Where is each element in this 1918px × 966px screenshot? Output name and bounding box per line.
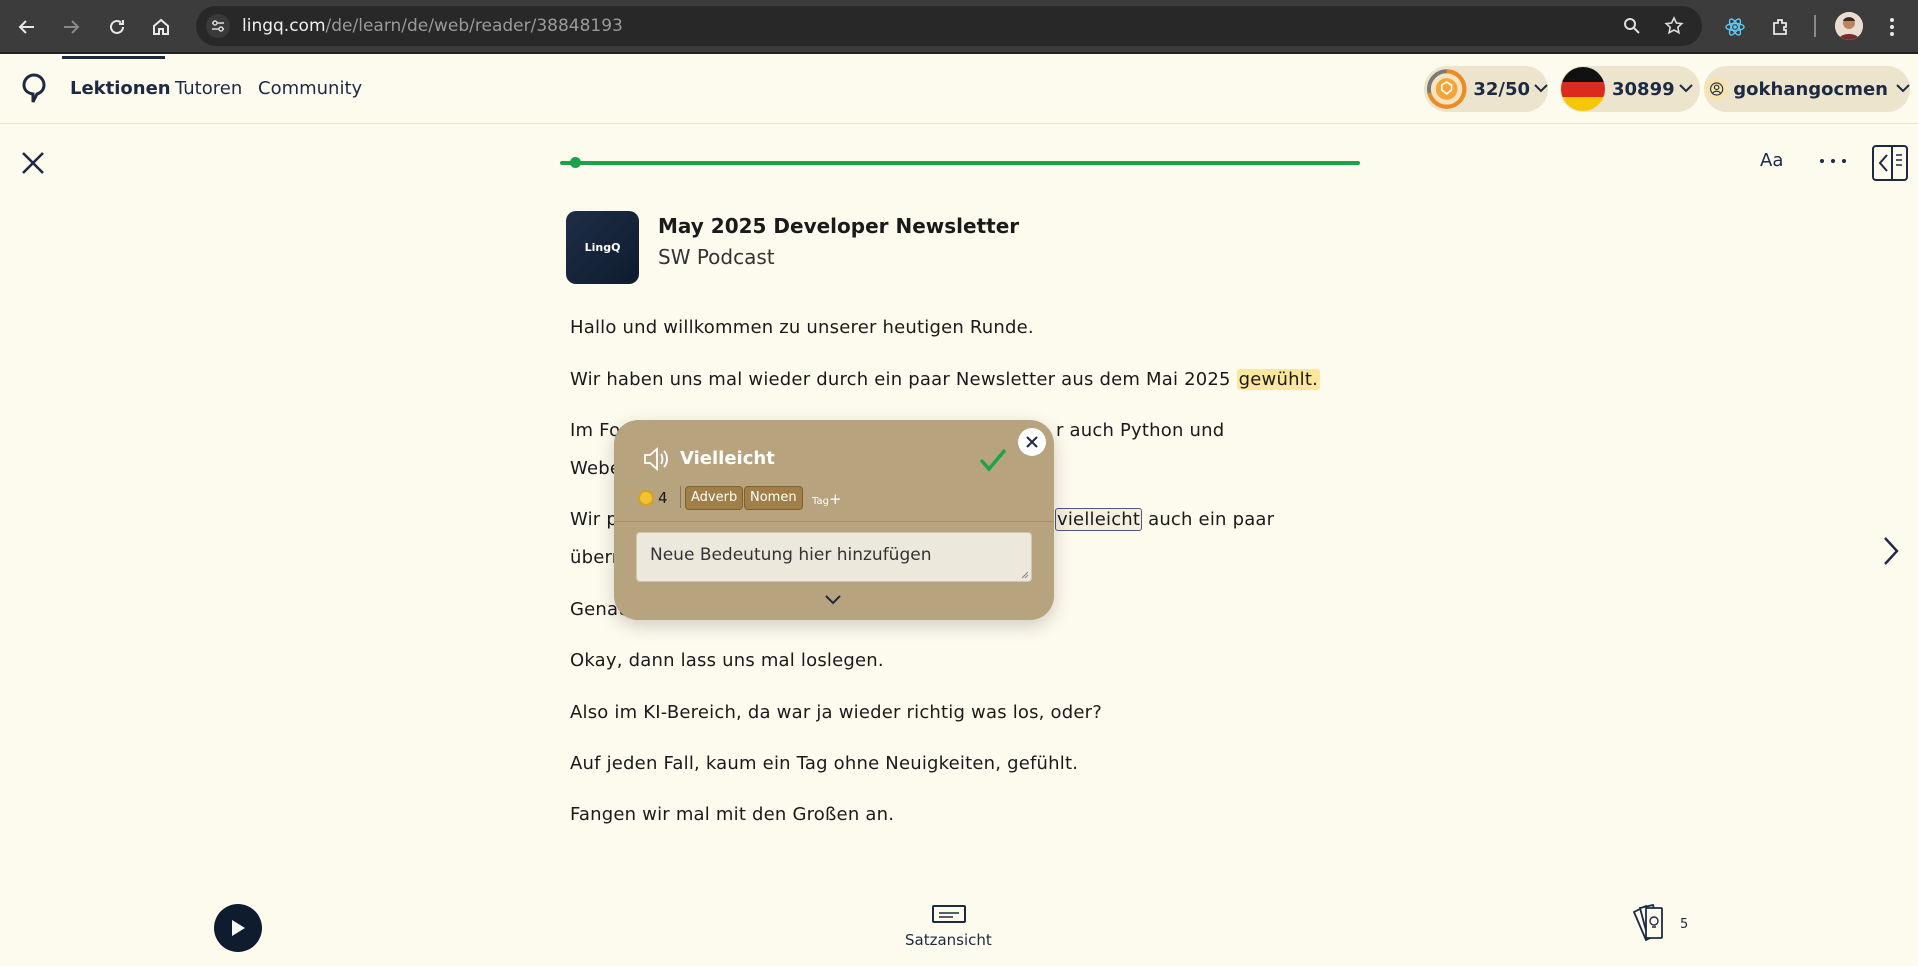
chevron-down-icon: [1534, 81, 1548, 97]
lesson-thumbnail-logo: LingQ: [584, 241, 621, 254]
mark-known-check-icon[interactable]: [978, 446, 1008, 474]
profile-avatar[interactable]: [1835, 12, 1863, 40]
streak-value: 32/50: [1473, 78, 1530, 100]
selected-word[interactable]: vielleicht: [1055, 508, 1143, 531]
sentence-view-icon[interactable]: [932, 905, 966, 923]
username: gokhangocmen: [1733, 78, 1888, 100]
speaker-icon[interactable]: [642, 446, 670, 472]
close-lesson-icon[interactable]: [18, 148, 48, 178]
chevron-down-icon: [1896, 81, 1910, 97]
back-icon[interactable]: [12, 12, 42, 42]
language-button[interactable]: 30899: [1560, 66, 1700, 112]
play-icon: [232, 920, 245, 936]
next-page-icon[interactable]: [1880, 534, 1902, 568]
browser-toolbar: lingq.com/de/learn/de/web/reader/3884819…: [0, 0, 1918, 54]
active-tab-indicator: [62, 56, 165, 59]
paragraph-8[interactable]: Auf jeden Fall, kaum ein Tag ohne Neuigk…: [570, 753, 1078, 774]
lesson-title: May 2025 Developer Newsletter: [658, 214, 1020, 238]
toolbar-separator: [1814, 15, 1816, 37]
browser-menu-icon[interactable]: [1882, 12, 1902, 42]
play-button[interactable]: [214, 904, 262, 952]
paragraph-6[interactable]: Okay, dann lass uns mal loslegen.: [570, 650, 884, 671]
add-tag-label: Tag: [812, 496, 829, 507]
paragraph-7[interactable]: Also im KI-Bereich, da war ja wieder ric…: [570, 702, 1102, 723]
resize-handle-icon[interactable]: [1019, 569, 1029, 579]
lingq-logo-icon[interactable]: [20, 72, 48, 106]
react-devtools-icon[interactable]: [1720, 12, 1750, 42]
lesson-subtitle[interactable]: SW Podcast: [658, 245, 775, 269]
divider: [680, 486, 681, 508]
nav-lektionen[interactable]: Lektionen: [70, 78, 171, 99]
paragraph-1[interactable]: Hallo und willkommen zu unserer heutigen…: [570, 317, 1034, 338]
known-words-count: 30899: [1612, 78, 1675, 100]
lesson-progress-marker: [570, 157, 581, 168]
tag-adverb[interactable]: Adverb: [685, 486, 744, 510]
lingq-highlight-word[interactable]: gewühlt.: [1236, 369, 1321, 390]
home-icon[interactable]: [146, 12, 176, 42]
user-menu-button[interactable]: gokhangocmen: [1704, 66, 1910, 112]
bookmark-star-icon[interactable]: [1662, 14, 1686, 38]
add-tag-plus: +: [828, 490, 842, 508]
user-avatar-icon: [1704, 76, 1729, 102]
paragraph-2-text[interactable]: Wir haben uns mal wieder durch ein paar …: [570, 369, 1237, 390]
more-options-icon[interactable]: [1820, 159, 1850, 165]
popup-word: Vielleicht: [680, 448, 775, 469]
paragraph-4-line2[interactable]: überr: [570, 547, 619, 568]
coin-count: 4: [658, 489, 668, 507]
paragraph-2[interactable]: Wir haben uns mal wieder durch ein paar …: [570, 369, 1321, 390]
sentence-view-label[interactable]: Satzansicht: [905, 931, 992, 949]
add-tag-button[interactable]: Tag+: [812, 490, 842, 508]
meaning-placeholder: Neue Bedeutung hier hinzufügen: [650, 545, 932, 565]
lesson-progress-bar: [560, 161, 1360, 165]
font-settings-button[interactable]: Aa: [1760, 150, 1783, 171]
sidebar-toggle-icon[interactable]: [1872, 145, 1908, 181]
paragraph-3-right[interactable]: r auch Python und: [1056, 420, 1224, 441]
paragraph-4-rest[interactable]: auch ein paar: [1142, 509, 1274, 530]
app-header: Lektionen Tutoren Community 32/50 30899: [0, 56, 1918, 124]
tag-nomen[interactable]: Nomen: [744, 486, 803, 510]
reload-icon[interactable]: [102, 12, 132, 42]
paragraph-3-left[interactable]: Im Fo: [570, 420, 620, 441]
flashcards-icon[interactable]: [1630, 902, 1674, 942]
site-info-icon[interactable]: [206, 14, 230, 38]
streak-progress-icon: [1426, 69, 1467, 109]
nav-community[interactable]: Community: [258, 78, 362, 99]
coin-icon: [638, 490, 654, 506]
url-host: lingq.com: [242, 16, 326, 36]
german-flag-icon: [1561, 67, 1605, 111]
expand-chevron-icon[interactable]: [824, 594, 842, 606]
word-popup: Vielleicht 4 Adverb Nomen Tag+ Neue Bede…: [614, 420, 1054, 620]
forward-icon[interactable]: [56, 12, 86, 42]
lesson-thumbnail: LingQ: [566, 211, 639, 284]
nav-tutoren[interactable]: Tutoren: [175, 78, 242, 99]
meaning-input[interactable]: Neue Bedeutung hier hinzufügen: [636, 532, 1032, 582]
url-text: lingq.com/de/learn/de/web/reader/3884819…: [242, 16, 623, 36]
extensions-puzzle-icon[interactable]: [1766, 12, 1796, 42]
address-bar[interactable]: lingq.com/de/learn/de/web/reader/3884819…: [196, 6, 1702, 46]
close-icon: [1026, 436, 1038, 448]
popup-divider: [614, 521, 1054, 522]
url-path: /de/learn/de/web/reader/38848193: [325, 16, 623, 36]
flashcards-count: 5: [1680, 917, 1689, 932]
popup-close-button[interactable]: [1018, 428, 1046, 456]
paragraph-4-left[interactable]: Wir p: [570, 509, 618, 530]
paragraph-4-right[interactable]: vielleicht auch ein paar: [1055, 508, 1274, 531]
streak-button[interactable]: 32/50: [1424, 66, 1548, 112]
paragraph-9[interactable]: Fangen wir mal mit den Großen an.: [570, 804, 894, 825]
chevron-down-icon: [1678, 81, 1693, 97]
zoom-icon[interactable]: [1620, 14, 1644, 38]
